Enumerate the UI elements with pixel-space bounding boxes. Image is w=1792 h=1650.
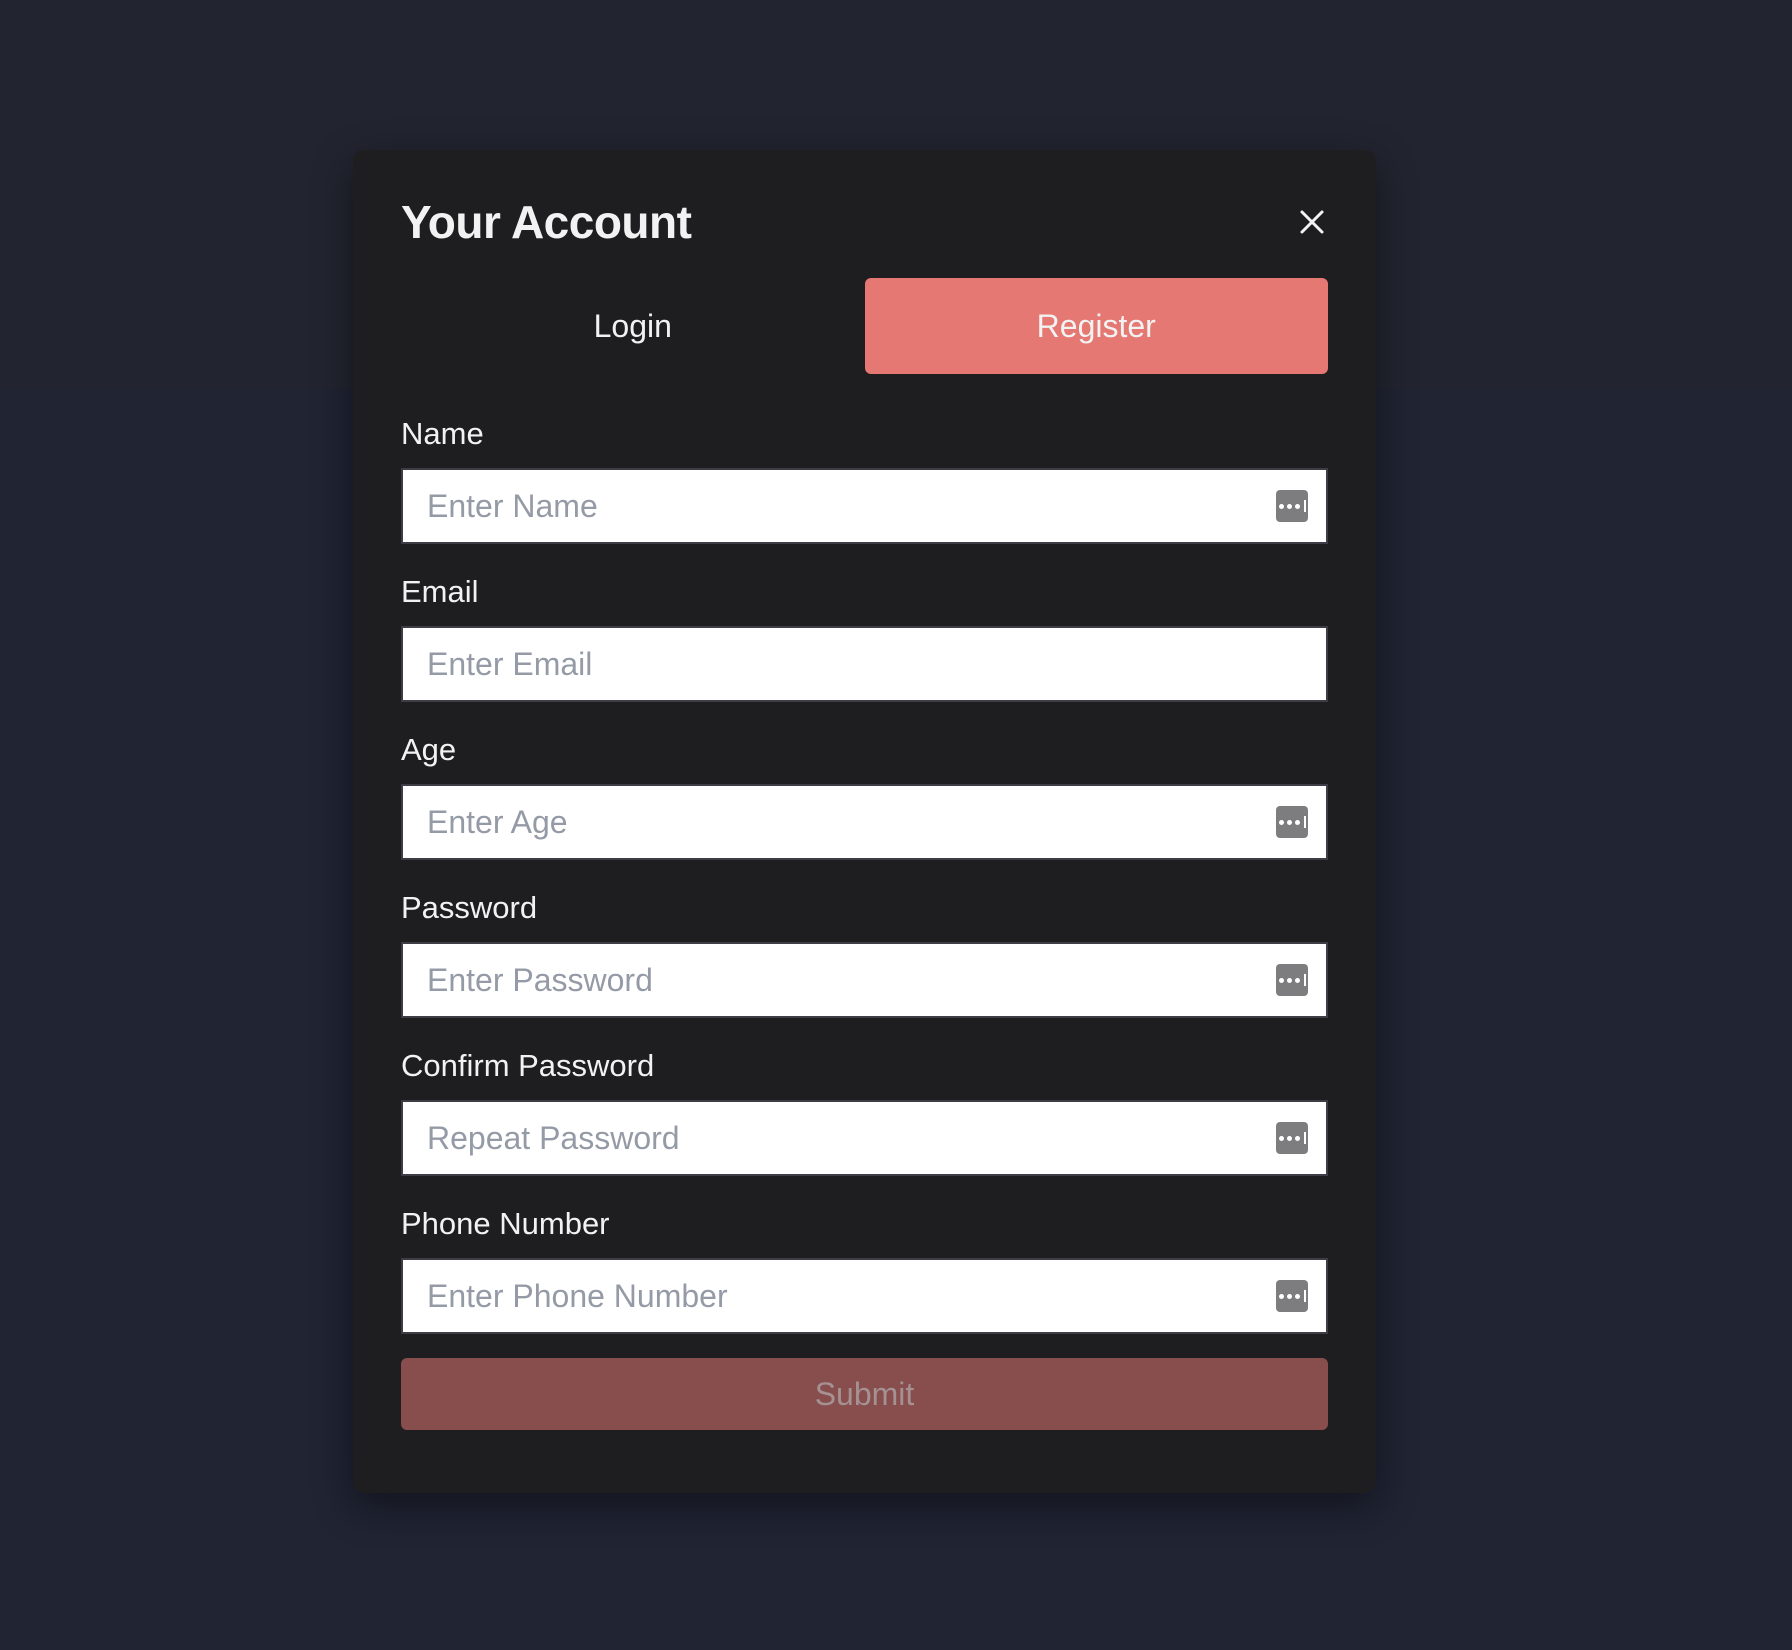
password-input-wrapper [401, 942, 1328, 1018]
password-manager-key-icon[interactable] [1276, 964, 1308, 996]
field-confirm-password: Confirm Password [401, 1046, 1328, 1176]
submit-button[interactable]: Submit [401, 1358, 1328, 1430]
confirm-password-label: Confirm Password [401, 1048, 655, 1083]
age-label: Age [401, 732, 457, 767]
confirm-password-input-wrapper [401, 1100, 1328, 1176]
email-label: Email [401, 574, 479, 609]
field-name: Name [401, 414, 1328, 544]
name-input-wrapper [401, 468, 1328, 544]
phone-number-label: Phone Number [401, 1206, 610, 1241]
tab-register[interactable]: Register [864, 278, 1328, 374]
close-button[interactable] [1292, 202, 1332, 242]
name-input[interactable] [403, 470, 1326, 542]
password-manager-key-icon[interactable] [1276, 806, 1308, 838]
confirm-password-input[interactable] [403, 1102, 1326, 1174]
modal-header: Your Account [401, 150, 1328, 278]
field-email: Email [401, 572, 1328, 702]
password-input[interactable] [403, 944, 1326, 1016]
password-manager-key-icon[interactable] [1276, 1280, 1308, 1312]
field-password: Password [401, 888, 1328, 1018]
auth-tabs: Login Register [401, 278, 1328, 374]
name-label: Name [401, 416, 484, 451]
field-phone-number: Phone Number [401, 1204, 1328, 1334]
age-input[interactable] [403, 786, 1326, 858]
password-manager-key-icon[interactable] [1276, 490, 1308, 522]
field-age: Age [401, 730, 1328, 860]
register-form: Name Email Age Passwor [401, 414, 1328, 1430]
phone-number-input-wrapper [401, 1258, 1328, 1334]
password-label: Password [401, 890, 538, 925]
password-manager-key-icon[interactable] [1276, 1122, 1308, 1154]
email-input[interactable] [403, 628, 1326, 700]
age-input-wrapper [401, 784, 1328, 860]
email-input-wrapper [401, 626, 1328, 702]
tab-login[interactable]: Login [401, 278, 865, 374]
close-icon [1300, 210, 1324, 234]
account-modal: Your Account Login Register Name Email [353, 150, 1376, 1493]
modal-title: Your Account [401, 196, 692, 248]
phone-number-input[interactable] [403, 1260, 1326, 1332]
